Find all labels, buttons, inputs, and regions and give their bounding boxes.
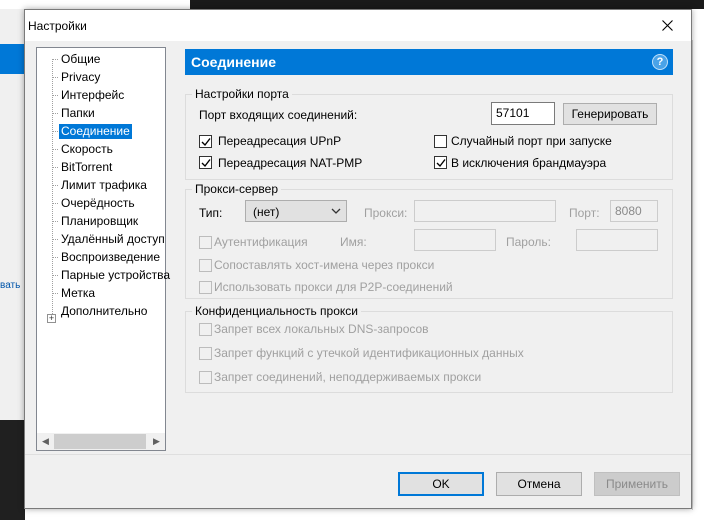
- tree-item-playback[interactable]: Воспроизведение: [59, 250, 162, 265]
- tree-item-interface[interactable]: Интерфейс: [59, 88, 126, 103]
- proxy-type-label: Тип:: [199, 206, 223, 220]
- unsupported-block-label: Запрет соединений, неподдерживаемых прок…: [214, 370, 482, 384]
- tree-guide-line: [52, 293, 58, 294]
- proxy-username-input[interactable]: [414, 229, 496, 251]
- proxy-type-select[interactable]: (нет): [245, 200, 347, 222]
- tree-item-scheduler[interactable]: Планировщик: [59, 214, 140, 229]
- tree-item-privacy[interactable]: Privacy: [59, 70, 102, 85]
- tree-item-traffic-limit[interactable]: Лимит трафика: [59, 178, 149, 193]
- leak-block-checkbox[interactable]: [199, 347, 212, 360]
- tree-guide-line: [52, 149, 58, 150]
- close-icon: [662, 20, 673, 31]
- tree-item-paired-devices[interactable]: Парные устройства: [59, 268, 172, 283]
- scroll-right-icon[interactable]: ▶: [148, 433, 165, 450]
- unsupported-block-checkbox[interactable]: [199, 371, 212, 384]
- cancel-button[interactable]: Отмена: [496, 472, 582, 496]
- checkmark-icon: [201, 138, 211, 147]
- dialog-footer: OK Отмена Применить: [25, 454, 691, 508]
- proxy-type-value: (нет): [253, 205, 280, 219]
- checkmark-icon: [436, 159, 446, 168]
- proxy-auth-checkbox[interactable]: [199, 236, 212, 249]
- tree-guide-line: [52, 95, 58, 96]
- tree-guide-line: [52, 257, 58, 258]
- tree-item-advanced[interactable]: Дополнительно: [59, 304, 149, 319]
- firewall-label: В исключения брандмауэра: [451, 156, 607, 170]
- tree-item-speed[interactable]: Скорость: [59, 142, 115, 157]
- tree-item-queue[interactable]: Очерёдность: [59, 196, 137, 211]
- help-icon[interactable]: ?: [652, 54, 668, 70]
- incoming-port-input[interactable]: 57101: [491, 102, 555, 125]
- settings-tree[interactable]: Общие Privacy Интерфейс Папки Соединение…: [36, 47, 170, 451]
- background-taskbar-area: [0, 420, 25, 520]
- tree-guide-line: [52, 167, 58, 168]
- tree-item-connection[interactable]: Соединение: [59, 124, 132, 139]
- proxy-p2p-label: Использовать прокси для P2P-соединений: [214, 280, 453, 294]
- tree-guide-line: [52, 275, 58, 276]
- incoming-port-label: Порт входящих соединений:: [199, 108, 358, 122]
- apply-button[interactable]: Применить: [594, 472, 680, 496]
- tree-item-bittorrent[interactable]: BitTorrent: [59, 160, 114, 175]
- panel-title: Соединение: [191, 54, 277, 70]
- proxy-p2p-checkbox[interactable]: [199, 281, 212, 294]
- checkmark-icon: [201, 159, 211, 168]
- proxy-password-input[interactable]: [576, 229, 658, 251]
- proxy-port-input[interactable]: 8080: [610, 200, 658, 222]
- proxy-password-label: Пароль:: [506, 235, 551, 249]
- background-window-edge: [190, 0, 704, 9]
- tree-horizontal-scrollbar[interactable]: ◀ ▶: [37, 433, 165, 450]
- proxy-resolve-label: Сопоставлять хост-имена через прокси: [214, 258, 435, 272]
- firewall-checkbox[interactable]: [434, 156, 447, 169]
- proxy-host-label: Прокси:: [364, 206, 408, 220]
- tree-item-remote[interactable]: Удалённый доступ: [59, 232, 167, 247]
- panel-header: Соединение ?: [185, 49, 673, 75]
- window-title: Настройки: [28, 19, 87, 33]
- proxy-host-input[interactable]: [414, 200, 556, 222]
- tree-guide-line: [52, 77, 58, 78]
- background-selection: [0, 44, 25, 74]
- proxy-auth-label: Аутентификация: [214, 235, 308, 249]
- tree-item-folders[interactable]: Папки: [59, 106, 97, 121]
- settings-dialog: Настройки Общие Privacy Интерфейс Папки …: [24, 9, 692, 509]
- tree-guide-line: [52, 113, 58, 114]
- tree-guide-line: [52, 131, 58, 132]
- chevron-down-icon: [331, 208, 341, 214]
- generate-port-button[interactable]: Генерировать: [563, 103, 657, 125]
- dns-block-checkbox[interactable]: [199, 323, 212, 336]
- natpmp-checkbox[interactable]: [199, 156, 212, 169]
- natpmp-label: Переадресация NAT-PMP: [218, 156, 363, 170]
- tree-item-general[interactable]: Общие: [59, 52, 102, 67]
- scroll-left-icon[interactable]: ◀: [37, 433, 54, 450]
- background-divider: [692, 40, 693, 510]
- tree-guide-line: [52, 59, 58, 60]
- tree-expand-icon[interactable]: +: [47, 314, 56, 323]
- port-settings-title: Настройки порта: [192, 87, 292, 101]
- tree-guide-line: [52, 185, 58, 186]
- scrollbar-thumb[interactable]: [54, 434, 146, 449]
- tree-guide-line: [52, 239, 58, 240]
- tree-guide-line: [52, 221, 58, 222]
- proxy-username-label: Имя:: [340, 235, 367, 249]
- background-link: вать: [0, 280, 21, 291]
- leak-block-label: Запрет функций с утечкой идентификационн…: [214, 346, 524, 360]
- proxy-resolve-checkbox[interactable]: [199, 259, 212, 272]
- upnp-label: Переадресация UPnP: [218, 134, 342, 148]
- proxy-port-label: Порт:: [569, 206, 600, 220]
- upnp-checkbox[interactable]: [199, 135, 212, 148]
- proxy-title: Прокси-сервер: [192, 182, 281, 196]
- tree-item-label[interactable]: Метка: [59, 286, 97, 301]
- proxy-privacy-title: Конфиденциальность прокси: [192, 304, 361, 318]
- title-bar[interactable]: Настройки: [25, 10, 691, 41]
- tree-guide-line: [52, 203, 58, 204]
- dns-block-label: Запрет всех локальных DNS-запросов: [214, 322, 429, 336]
- tree-guide-line: [52, 59, 53, 320]
- random-port-checkbox[interactable]: [434, 135, 447, 148]
- ok-button[interactable]: OK: [398, 472, 484, 496]
- close-button[interactable]: [646, 10, 691, 41]
- random-port-label: Случайный порт при запуске: [451, 134, 612, 148]
